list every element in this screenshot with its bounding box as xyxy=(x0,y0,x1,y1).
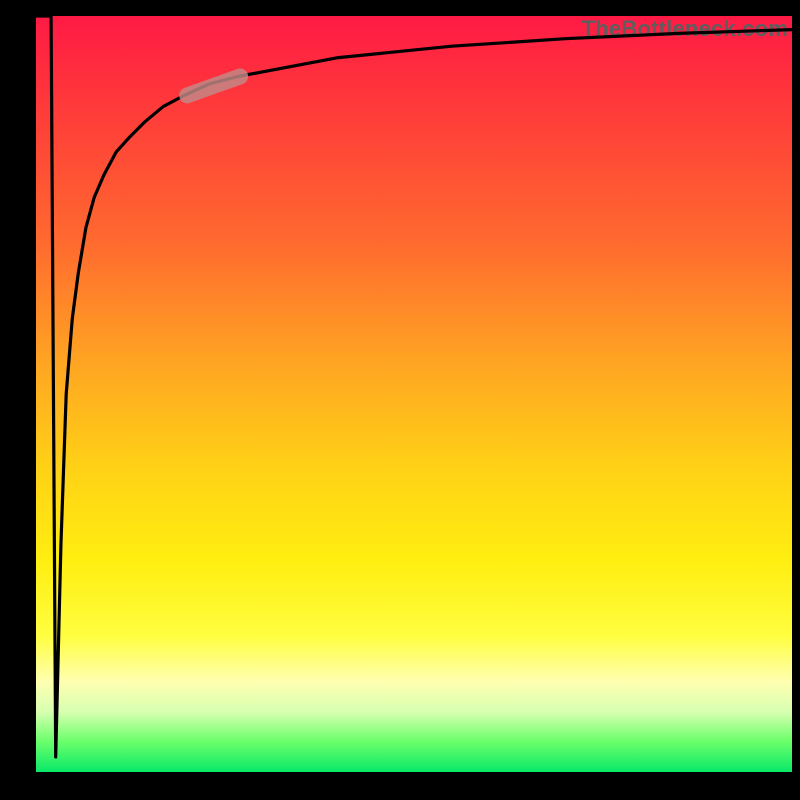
plot-area: TheBottleneck.com xyxy=(36,16,792,772)
curve-layer xyxy=(36,16,792,772)
chart-frame: TheBottleneck.com xyxy=(0,0,800,800)
highlight-segment xyxy=(187,77,240,96)
bottleneck-curve xyxy=(36,16,792,757)
